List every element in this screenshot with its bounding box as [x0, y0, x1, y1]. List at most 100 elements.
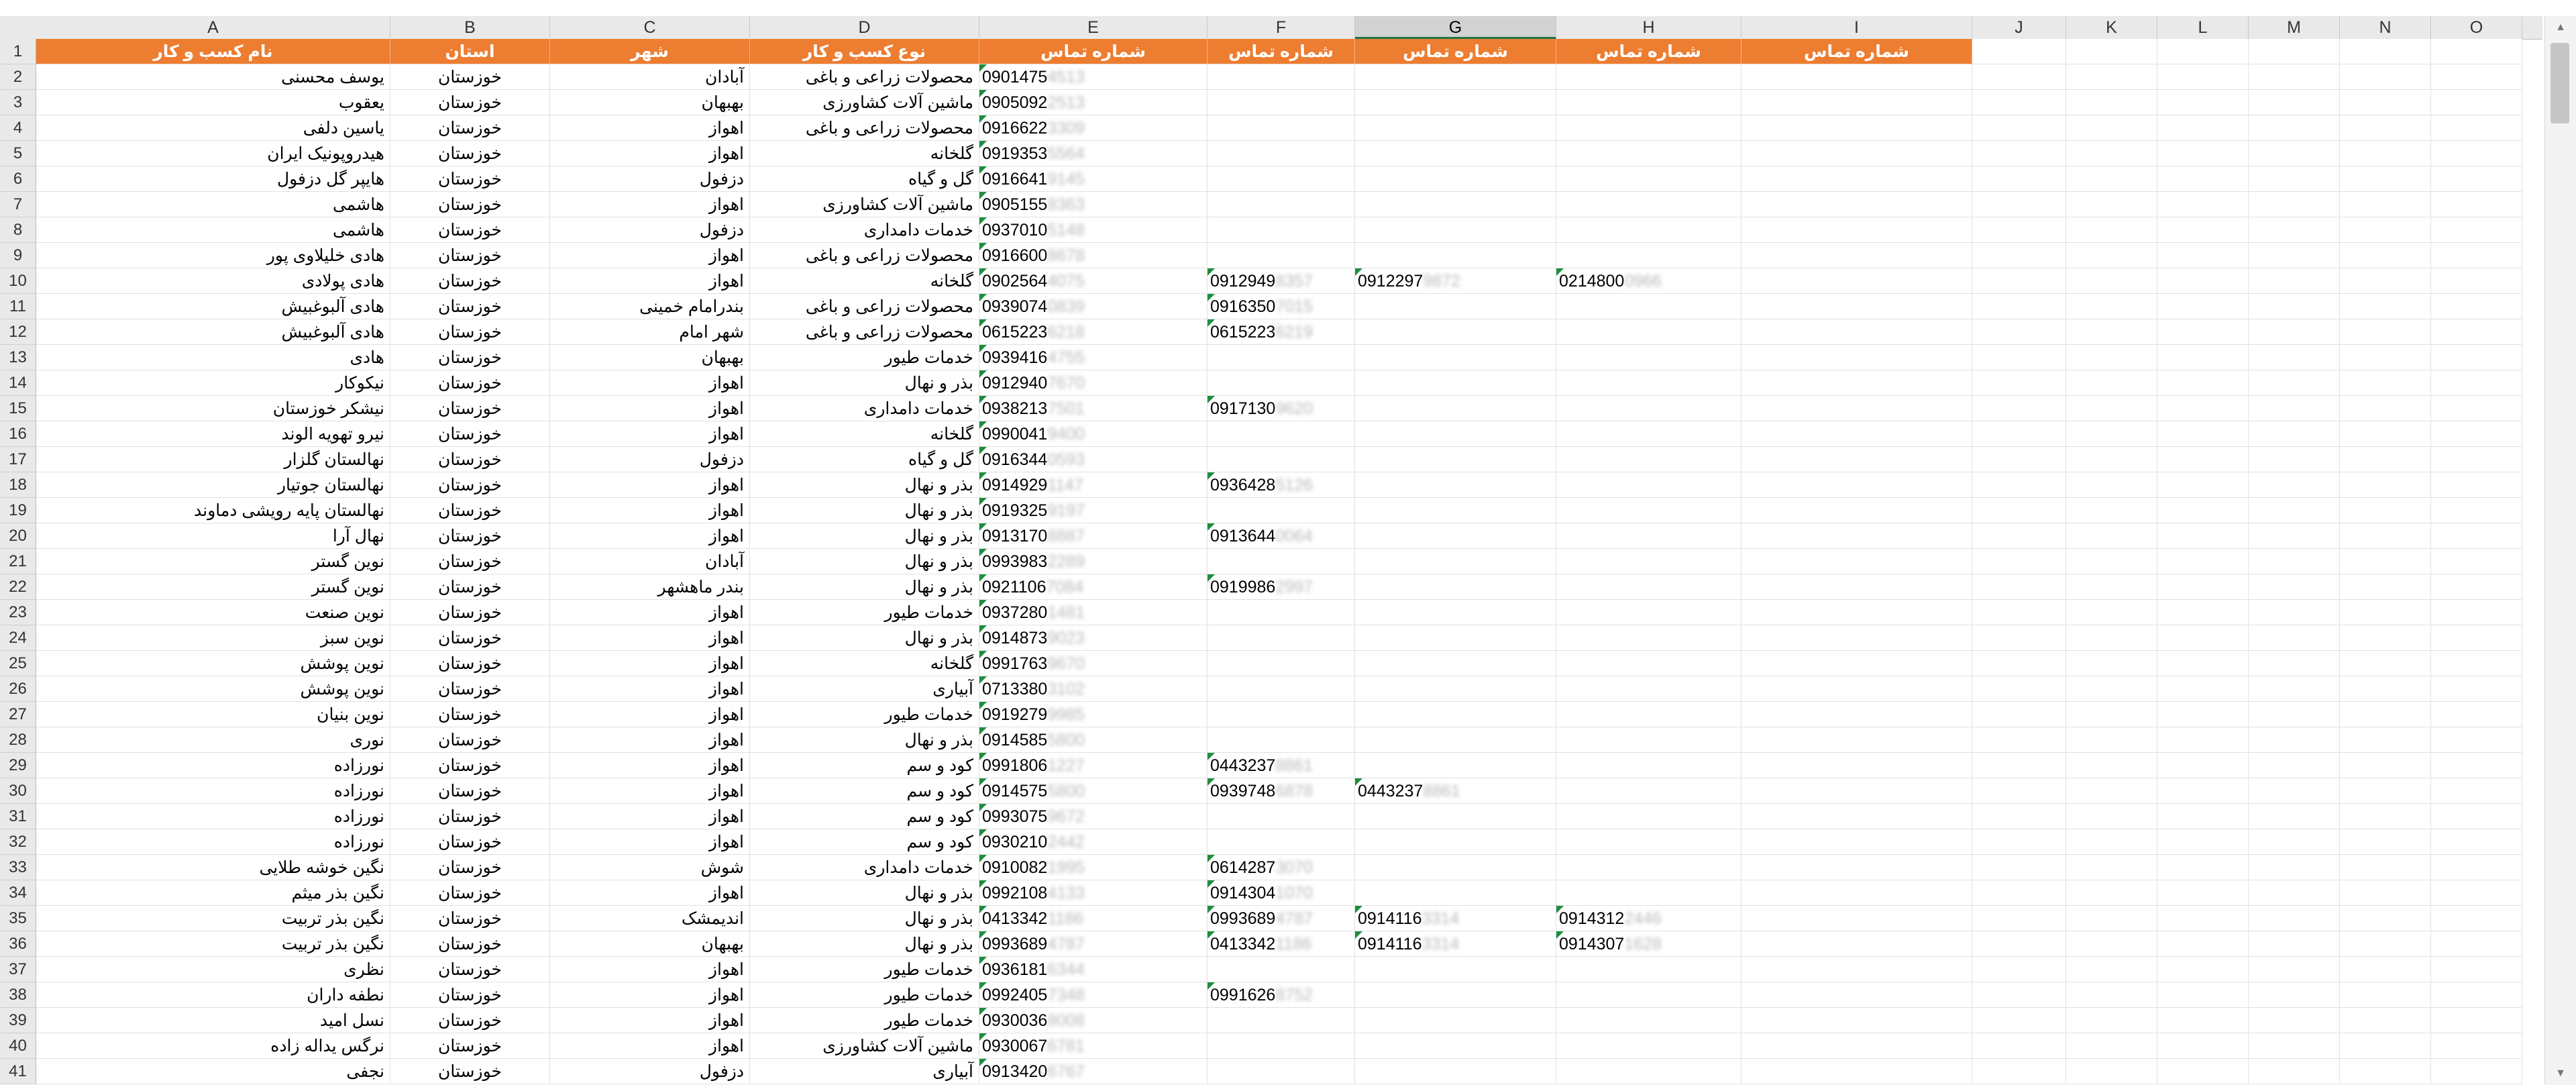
cell-city[interactable]: بهبهان [550, 90, 750, 115]
cell-phone-3[interactable] [1355, 625, 1556, 651]
cell-empty[interactable] [2157, 702, 2249, 727]
cell-province[interactable]: خوزستان [390, 370, 550, 396]
cell-empty[interactable] [2066, 549, 2157, 574]
cell-phone-4[interactable] [1556, 319, 1741, 345]
cell-business-name[interactable]: نجفی [36, 1059, 390, 1084]
cell-phone-1[interactable]: 09163440593 [979, 447, 1208, 472]
cell-business-type[interactable]: بذر و نهال [750, 931, 979, 957]
column-header-j[interactable]: J [1972, 16, 2066, 39]
row-number[interactable]: 41 [0, 1059, 36, 1084]
row-number[interactable]: 5 [0, 141, 36, 166]
cell-empty[interactable] [2066, 319, 2157, 345]
cell-city[interactable]: اهواز [550, 498, 750, 523]
row-number[interactable]: 19 [0, 498, 36, 523]
cell-empty[interactable] [1972, 396, 2066, 421]
cell-phone-2[interactable]: 04133421186 [1208, 931, 1355, 957]
cell-empty[interactable] [2157, 982, 2249, 1008]
cell-empty[interactable] [2157, 243, 2249, 268]
cell-phone-4[interactable] [1556, 370, 1741, 396]
cell-empty[interactable] [1741, 982, 1972, 1008]
cell-empty[interactable] [2340, 549, 2431, 574]
cell-city[interactable]: اهواز [550, 192, 750, 217]
cell-empty[interactable] [1741, 421, 1972, 447]
cell-phone-1[interactable]: 09917639670 [979, 651, 1208, 676]
cell-empty[interactable] [2249, 115, 2340, 141]
cell-empty[interactable] [2066, 498, 2157, 523]
cell-phone-2[interactable] [1208, 957, 1355, 982]
cell-empty[interactable] [2340, 727, 2431, 753]
cell-phone-3[interactable] [1355, 90, 1556, 115]
cell-empty[interactable] [1741, 1059, 1972, 1084]
cell-empty[interactable] [2066, 702, 2157, 727]
cell-empty[interactable] [2157, 778, 2249, 804]
cell-business-name[interactable]: هاشمی [36, 217, 390, 243]
header-cell-i[interactable]: شماره تماس [1741, 39, 1972, 64]
cell-phone-2[interactable] [1208, 651, 1355, 676]
cell-business-type[interactable]: ماشین آلات کشاورزی [750, 90, 979, 115]
cell-phone-2[interactable]: 09136440064 [1208, 523, 1355, 549]
cell-empty[interactable] [1972, 829, 2066, 855]
cell-province[interactable]: خوزستان [390, 192, 550, 217]
cell-empty[interactable] [2157, 523, 2249, 549]
cell-phone-2[interactable]: 06142873070 [1208, 855, 1355, 880]
cell-empty[interactable] [2066, 778, 2157, 804]
cell-empty[interactable] [2249, 370, 2340, 396]
header-cell-j[interactable] [1972, 39, 2066, 64]
cell-business-type[interactable]: خدمات طیور [750, 702, 979, 727]
cell-empty[interactable] [2340, 906, 2431, 931]
header-cell-b[interactable]: استان [390, 39, 550, 64]
cell-empty[interactable] [2431, 345, 2522, 370]
row-number[interactable]: 35 [0, 906, 36, 931]
cell-empty[interactable] [2431, 625, 2522, 651]
cell-empty[interactable] [2340, 829, 2431, 855]
cell-empty[interactable] [2431, 600, 2522, 625]
cell-city[interactable]: اهواز [550, 727, 750, 753]
cell-city[interactable]: اهواز [550, 880, 750, 906]
cell-phone-3[interactable] [1355, 319, 1556, 345]
cell-phone-4[interactable] [1556, 1033, 1741, 1059]
cell-empty[interactable] [2157, 498, 2249, 523]
cell-empty[interactable] [2340, 90, 2431, 115]
cell-empty[interactable] [2340, 498, 2431, 523]
cell-city[interactable]: اهواز [550, 702, 750, 727]
cell-empty[interactable] [1741, 625, 1972, 651]
cell-phone-2[interactable] [1208, 829, 1355, 855]
cell-city[interactable]: اهواز [550, 523, 750, 549]
cell-empty[interactable] [2157, 192, 2249, 217]
cell-empty[interactable] [2157, 115, 2249, 141]
row-number[interactable]: 13 [0, 345, 36, 370]
cell-province[interactable]: خوزستان [390, 64, 550, 90]
cell-phone-4[interactable] [1556, 957, 1741, 982]
cell-phone-3[interactable] [1355, 829, 1556, 855]
cell-empty[interactable] [1972, 523, 2066, 549]
cell-city[interactable]: اهواز [550, 115, 750, 141]
row-number[interactable]: 27 [0, 702, 36, 727]
cell-business-name[interactable]: نهالستان جوتیار [36, 472, 390, 498]
cell-empty[interactable] [2066, 676, 2157, 702]
header-cell-g[interactable]: شماره تماس [1355, 39, 1556, 64]
header-cell-a[interactable]: نام کسب و کار [36, 39, 390, 64]
row-number[interactable]: 21 [0, 549, 36, 574]
cell-empty[interactable] [2157, 880, 2249, 906]
cell-province[interactable]: خوزستان [390, 574, 550, 600]
cell-phone-1[interactable]: 09193535564 [979, 141, 1208, 166]
cell-empty[interactable] [1972, 90, 2066, 115]
cell-city[interactable]: اهواز [550, 804, 750, 829]
cell-business-name[interactable]: نهال آرا [36, 523, 390, 549]
header-cell-m[interactable] [2249, 39, 2340, 64]
cell-phone-2[interactable]: 09199862997 [1208, 574, 1355, 600]
cell-business-name[interactable]: هاشمی [36, 192, 390, 217]
cell-empty[interactable] [1972, 906, 2066, 931]
cell-phone-2[interactable]: 09163507015 [1208, 294, 1355, 319]
cell-city[interactable]: آبادان [550, 549, 750, 574]
cell-province[interactable]: خوزستان [390, 600, 550, 625]
row-number[interactable]: 4 [0, 115, 36, 141]
cell-empty[interactable] [2157, 600, 2249, 625]
cell-phone-3[interactable] [1355, 957, 1556, 982]
cell-empty[interactable] [2340, 421, 2431, 447]
cell-business-type[interactable]: محصولات زراعی و باغی [750, 294, 979, 319]
cell-province[interactable]: خوزستان [390, 498, 550, 523]
cell-phone-3[interactable] [1355, 217, 1556, 243]
cell-city[interactable]: اهواز [550, 396, 750, 421]
cell-empty[interactable] [2157, 345, 2249, 370]
